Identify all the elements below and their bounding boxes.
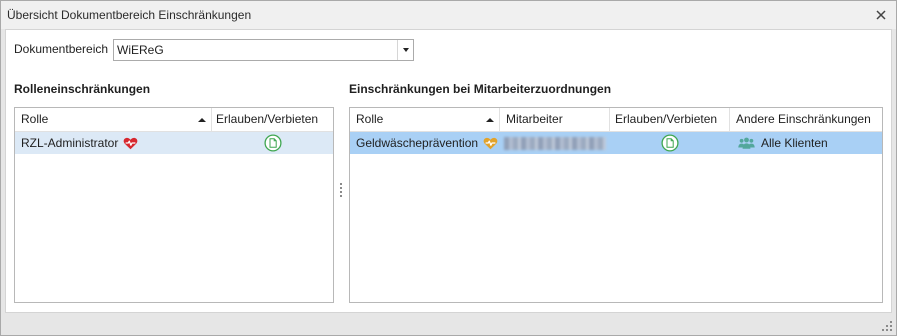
heart-icon <box>124 137 138 149</box>
heart-icon <box>483 137 498 149</box>
table-row[interactable]: RZL-Administrator <box>15 132 333 154</box>
employee-restrictions-heading: Einschränkungen bei Mitarbeiterzuordnung… <box>349 82 612 96</box>
column-header-label: Rolle <box>21 112 49 126</box>
chevron-down-icon <box>402 48 409 52</box>
dropdown-button[interactable] <box>397 40 413 60</box>
column-header-label: Erlauben/Verbieten <box>615 112 718 126</box>
role-name: Geldwäscheprävention <box>356 136 479 150</box>
column-header-label: Rolle <box>356 112 384 126</box>
redacted-employee-name <box>504 136 606 150</box>
column-header-role[interactable]: Rolle <box>15 108 212 131</box>
resize-grip[interactable] <box>880 319 894 333</box>
sort-ascending-icon <box>486 118 494 122</box>
document-circle-icon[interactable] <box>661 134 679 152</box>
role-restrictions-grid: Rolle Erlauben/Verbieten RZL-Administrat… <box>14 107 334 303</box>
panel-splitter[interactable] <box>338 180 346 202</box>
other-restriction-label: Alle Klienten <box>761 136 828 150</box>
cell-permission <box>610 132 730 154</box>
document-area-label: Dokumentbereich <box>14 42 109 56</box>
cell-other-restrictions: Alle Klienten <box>730 132 882 154</box>
document-area-value: WiEReG <box>117 43 164 57</box>
document-area-dropdown[interactable]: WiEReG <box>113 39 414 61</box>
employee-restrictions-grid: Rolle Mitarbeiter Erlauben/Verbieten And… <box>349 107 883 303</box>
table-row[interactable]: Geldwäscheprävention Alle Klienten <box>350 132 882 154</box>
role-name: RZL-Administrator <box>21 136 119 150</box>
cell-role: Geldwäscheprävention <box>350 132 500 154</box>
column-header-other-restrictions[interactable]: Andere Einschränkungen <box>730 108 882 131</box>
column-header-label: Mitarbeiter <box>506 112 563 126</box>
sort-ascending-icon <box>198 118 206 122</box>
cell-permission <box>212 132 333 154</box>
column-header-employee[interactable]: Mitarbeiter <box>500 108 610 131</box>
column-header-permission[interactable]: Erlauben/Verbieten <box>212 108 333 131</box>
column-header-label: Andere Einschränkungen <box>736 112 871 126</box>
cell-employee <box>500 132 610 154</box>
grid-header: Rolle Erlauben/Verbieten <box>15 108 333 132</box>
cell-role: RZL-Administrator <box>15 132 212 154</box>
column-header-label: Erlauben/Verbieten <box>216 112 319 126</box>
window-title: Übersicht Dokumentbereich Einschränkunge… <box>7 8 252 22</box>
people-icon <box>738 137 755 149</box>
column-header-role[interactable]: Rolle <box>350 108 500 131</box>
close-icon[interactable] <box>875 9 886 20</box>
close-button[interactable] <box>874 8 887 21</box>
grid-header: Rolle Mitarbeiter Erlauben/Verbieten And… <box>350 108 882 132</box>
role-restrictions-heading: Rolleneinschränkungen <box>14 82 151 96</box>
column-header-permission[interactable]: Erlauben/Verbieten <box>610 108 730 131</box>
document-circle-icon[interactable] <box>263 134 282 152</box>
